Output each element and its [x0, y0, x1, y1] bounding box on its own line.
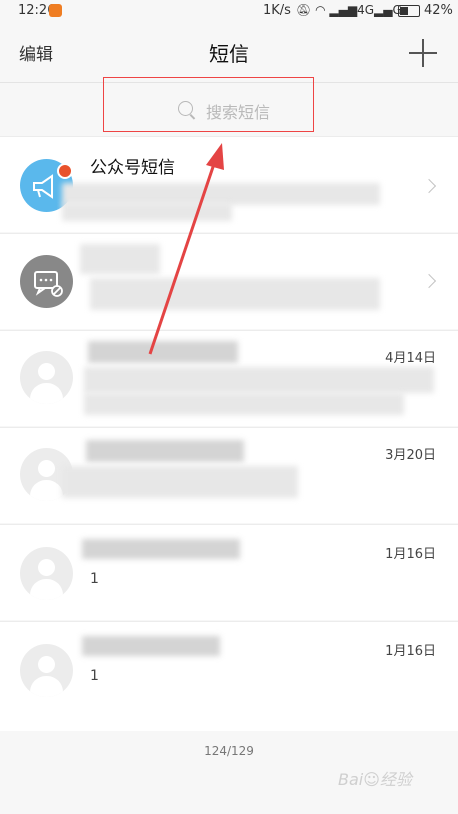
redacted-name: [82, 636, 220, 656]
conversation-preview: 1: [90, 571, 99, 587]
page-title: 短信: [209, 42, 249, 66]
list-item[interactable]: 1月16日 1: [0, 524, 458, 620]
status-speed: 1K/s: [263, 3, 291, 18]
conversation-date: 1月16日: [385, 547, 436, 562]
blocked-message-icon: [20, 255, 73, 308]
redacted-name: [80, 244, 160, 274]
mute-bell-icon: 🔕︎: [296, 3, 312, 17]
list-item[interactable]: 1月16日 1: [0, 621, 458, 731]
contact-avatar: [20, 351, 73, 404]
header: 编辑 短信: [0, 22, 458, 82]
redacted-preview: [62, 466, 298, 498]
unread-badge: [57, 163, 73, 179]
list-item[interactable]: 公众号短信: [0, 136, 458, 232]
redacted-name: [82, 539, 240, 559]
status-bar: 12:26 1K/s 🔕︎ ◠ ▂▄▆4G▂▄G 42%: [0, 0, 458, 22]
annotation-highlight-box: [103, 77, 314, 132]
chevron-right-icon: [421, 178, 437, 194]
battery-percent: 42%: [424, 3, 453, 18]
list-item[interactable]: 3月20日: [0, 427, 458, 523]
signal-icon: ▂▄▆: [329, 3, 358, 17]
battery-icon: [398, 5, 420, 17]
redacted-name: [88, 341, 238, 363]
plus-icon[interactable]: [409, 39, 437, 67]
list-item[interactable]: 4月14日: [0, 330, 458, 426]
contact-avatar: [20, 644, 73, 697]
signal-label: 4G: [357, 3, 374, 17]
list-item[interactable]: [0, 233, 458, 329]
conversation-date: 1月16日: [385, 644, 436, 659]
redacted-preview: [62, 183, 380, 205]
contact-avatar: [20, 547, 73, 600]
chevron-right-icon: [421, 273, 437, 289]
redacted-preview: [84, 393, 404, 415]
redacted-preview: [84, 367, 434, 393]
message-count: 124/129: [204, 744, 254, 758]
conversation-date: 3月20日: [385, 448, 436, 463]
signal-icon-2: ▂▄: [374, 3, 393, 17]
conversation-preview: 1: [90, 668, 99, 684]
notification-icon: [49, 4, 62, 17]
status-icons: 🔕︎ ◠ ▂▄▆4G▂▄G: [296, 3, 402, 17]
conversation-name: 公众号短信: [90, 158, 175, 178]
conversation-date: 4月14日: [385, 351, 436, 366]
redacted-preview: [62, 203, 232, 221]
watermark-logo: Bai☺经验: [338, 770, 412, 789]
redacted-preview: [90, 278, 380, 310]
redacted-name: [86, 440, 244, 462]
wifi-icon: ◠: [315, 3, 326, 17]
